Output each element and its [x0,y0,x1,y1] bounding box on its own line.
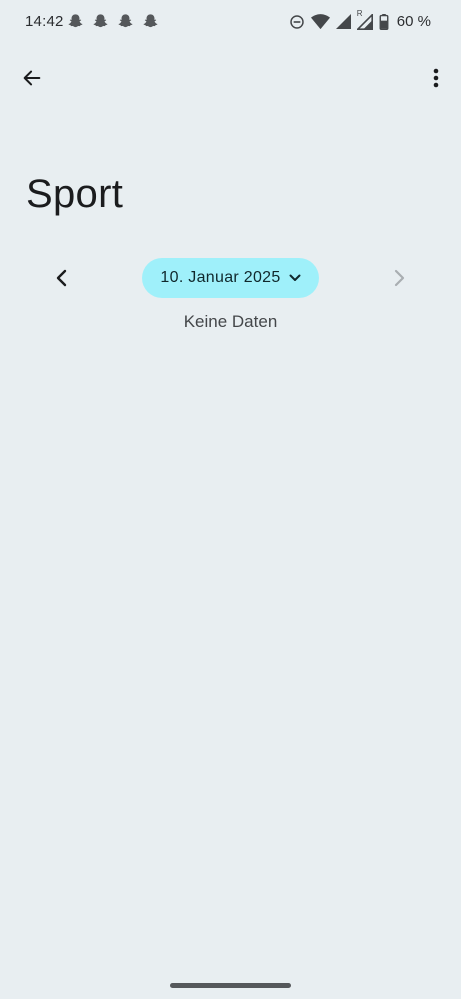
more-options-button[interactable] [421,58,451,98]
signal-icon [335,14,351,29]
do-not-disturb-icon [290,14,304,29]
chevron-down-icon [289,274,301,281]
home-gesture-bar[interactable] [170,983,291,988]
previous-day-button[interactable] [42,258,82,298]
empty-state-message: Keine Daten [183,312,278,331]
page-title: Sport [26,172,124,216]
system-status-icons: R 60 % [289,9,431,30]
snapchat-icon [143,14,158,28]
snapchat-icon [93,14,108,28]
roaming-label: R [356,8,363,18]
more-vert-icon [433,68,439,88]
arrow-back-icon [23,70,41,86]
wifi-icon [310,13,330,29]
status-bar: 14:42 R 60 % [0,0,461,46]
snapchat-icon [68,14,83,28]
chevron-right-icon [394,269,405,287]
notification-icons [67,13,159,30]
battery-icon [379,13,389,30]
status-time: 14:42 [25,13,64,30]
top-app-bar [0,56,461,100]
date-label: 10. Januar 2025 [160,269,281,286]
chevron-left-icon [56,269,67,287]
date-picker-chip[interactable]: 10. Januar 2025 [142,258,319,298]
signal-roaming-icon: R [356,9,373,30]
battery-percentage: 60 % [396,13,431,30]
snapchat-icon [118,14,133,28]
next-day-button[interactable] [379,258,419,298]
date-navigation: 10. Januar 2025 [0,258,461,298]
back-button[interactable] [12,58,52,98]
